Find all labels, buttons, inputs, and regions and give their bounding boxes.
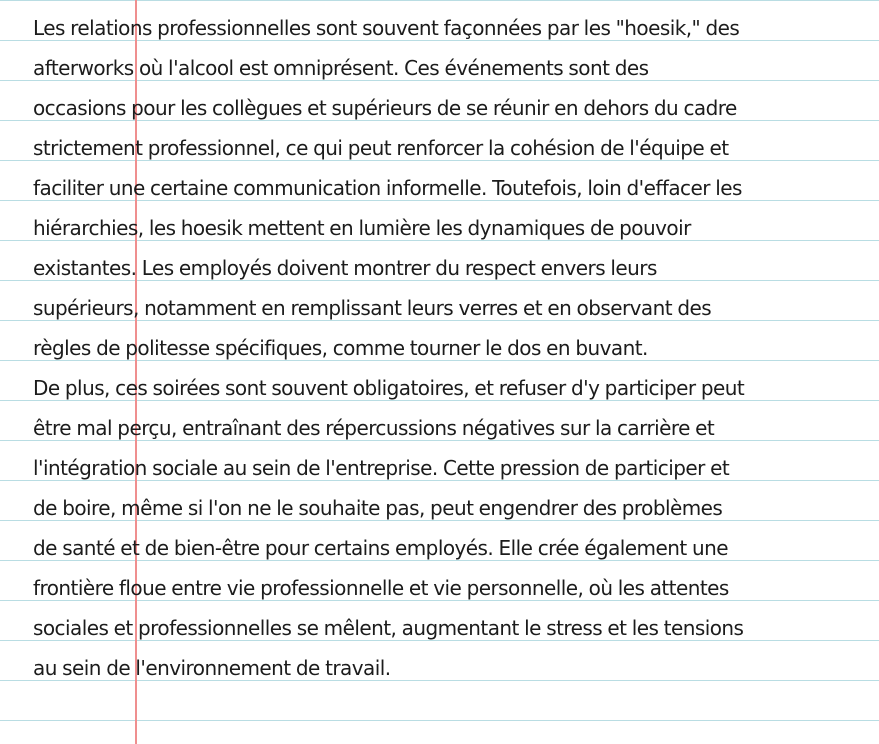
text-line: être mal perçu, entraînant des répercuss…: [33, 416, 715, 440]
text-line: strictement professionnel, ce qui peut r…: [33, 136, 729, 160]
text-line: afterworks où l'alcool est omniprésent. …: [33, 56, 649, 80]
text-line: hiérarchies, les hoesik mettent en lumiè…: [33, 216, 691, 240]
text-line: au sein de l'environnement de travail.: [33, 656, 391, 680]
text-line: de boire, même si l'on ne le souhaite pa…: [33, 496, 723, 520]
text-line: Les relations professionnelles sont souv…: [33, 16, 740, 40]
text-line: sociales et professionnelles se mêlent, …: [33, 616, 744, 640]
text-line: existantes. Les employés doivent montrer…: [33, 256, 657, 280]
text-line: supérieurs, notamment en remplissant leu…: [33, 296, 712, 320]
text-line: l'intégration sociale au sein de l'entre…: [33, 456, 730, 480]
text-line: règles de politesse spécifiques, comme t…: [33, 336, 648, 360]
text-line: de santé et de bien-être pour certains e…: [33, 536, 729, 560]
text-line: De plus, ces soirées sont souvent obliga…: [33, 376, 745, 400]
document-body: Les relations professionnelles sont souv…: [33, 8, 879, 688]
paragraph-1: Les relations professionnelles sont souv…: [33, 8, 879, 368]
text-line: frontière floue entre vie professionnell…: [33, 576, 729, 600]
notebook-page: Les relations professionnelles sont souv…: [0, 0, 879, 744]
text-line: occasions pour les collègues et supérieu…: [33, 96, 737, 120]
paragraph-2: De plus, ces soirées sont souvent obliga…: [33, 368, 879, 688]
text-line: faciliter une certaine communication inf…: [33, 176, 742, 200]
